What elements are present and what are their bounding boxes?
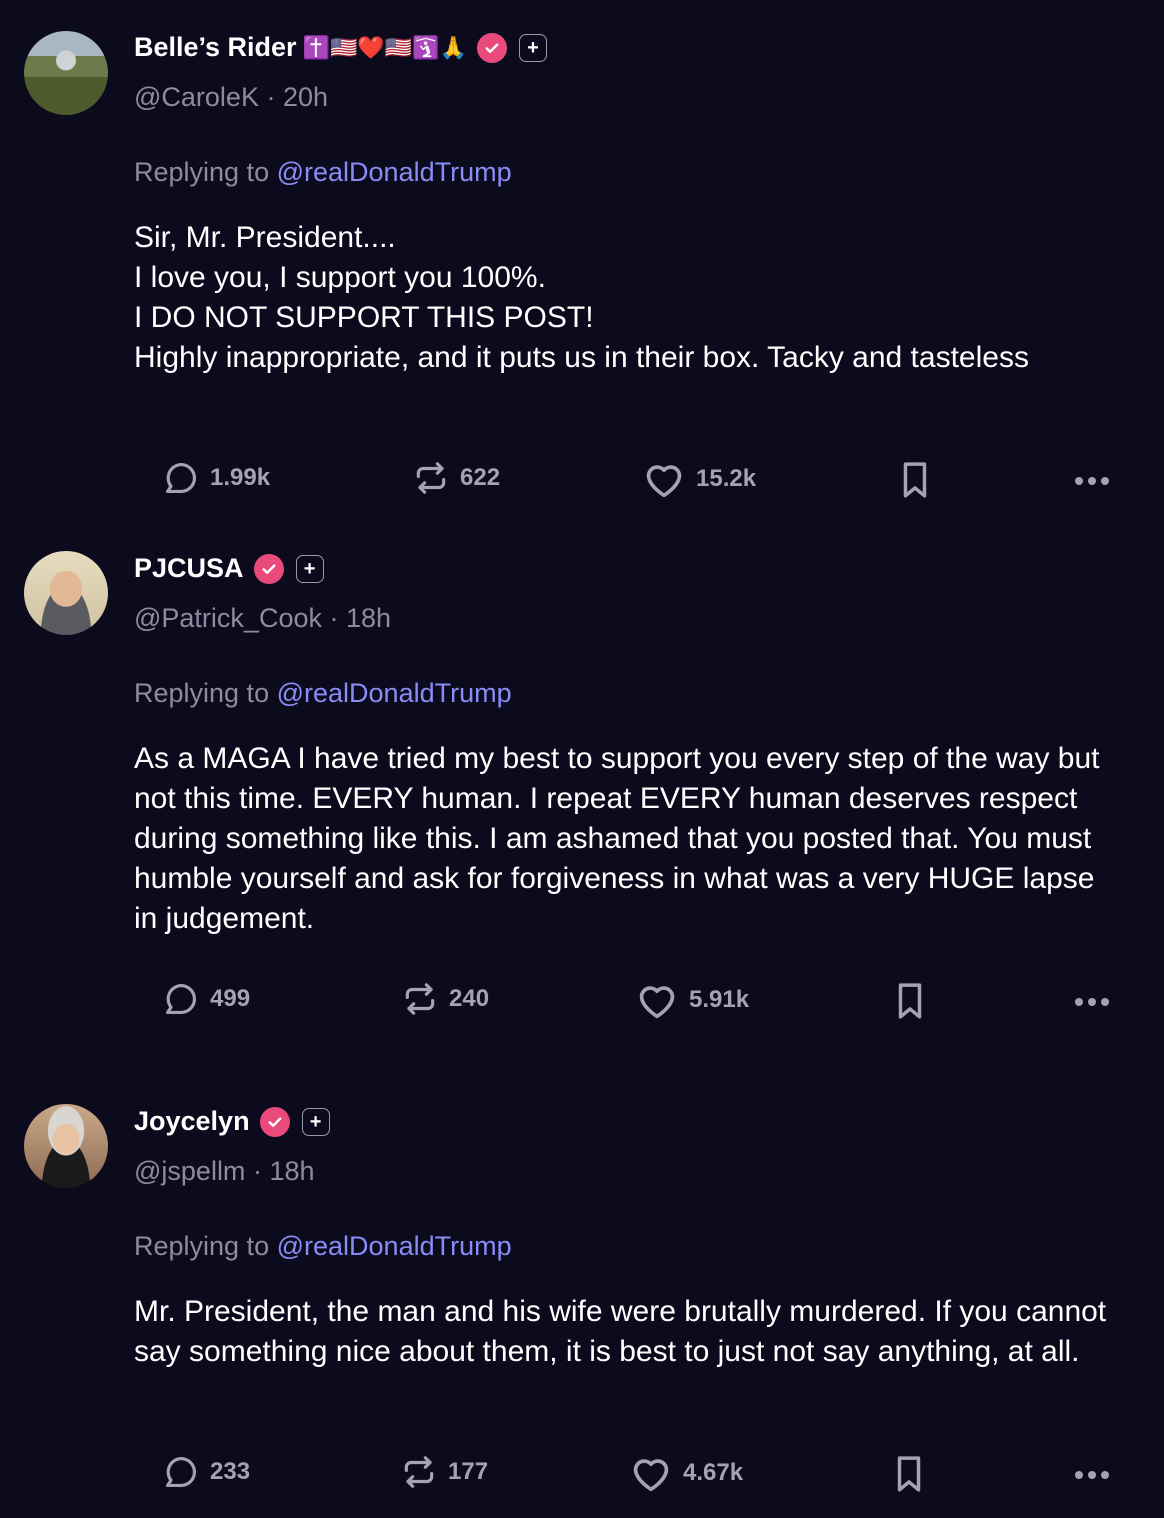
like-count: 15.2k	[696, 465, 757, 492]
like-button[interactable]: 15.2k	[642, 459, 756, 499]
bookmark-icon	[897, 1456, 921, 1492]
handle[interactable]: @CaroleK	[134, 82, 259, 112]
post-body: Sir, Mr. President.... I love you, I sup…	[134, 221, 1029, 374]
reply-icon	[165, 983, 197, 1015]
repost-icon	[404, 1456, 434, 1488]
timestamp: 18h	[269, 1156, 315, 1186]
bookmark-button[interactable]	[896, 459, 934, 501]
mention-link[interactable]: @realDonaldTrump	[277, 678, 512, 708]
bookmark-icon	[903, 462, 927, 498]
replying-label: Replying to	[134, 157, 270, 187]
handle-row: @Patrick_Cook · 18h	[134, 603, 391, 634]
heart-icon	[646, 465, 682, 498]
plus-badge-icon: +	[518, 33, 547, 62]
avatar[interactable]	[24, 551, 108, 635]
bookmark-button[interactable]	[890, 1453, 928, 1495]
reply-icon	[165, 462, 197, 494]
verified-badge-icon	[476, 32, 507, 63]
like-count: 5.91k	[689, 986, 750, 1013]
like-count: 4.67k	[683, 1459, 744, 1486]
handle-row: @jspellm · 18h	[134, 1156, 315, 1187]
replying-to: Replying to @realDonaldTrump	[134, 678, 512, 709]
reply-count: 1.99k	[210, 464, 271, 491]
action-bar: 1.99k 622 15.2k	[0, 459, 1164, 503]
reply-count: 233	[210, 1458, 251, 1485]
avatar[interactable]	[24, 1104, 108, 1188]
more-icon[interactable]	[1075, 477, 1109, 485]
bookmark-button[interactable]	[891, 980, 929, 1022]
name-row: Belle’s Rider ✝️🇺🇸❤️🇺🇸🛐🙏 +	[134, 32, 547, 63]
plus-badge-icon: +	[295, 554, 324, 583]
handle[interactable]: @jspellm	[134, 1156, 245, 1186]
name-emojis: ✝️🇺🇸❤️🇺🇸🛐🙏	[302, 34, 467, 60]
more-icon[interactable]	[1075, 998, 1109, 1006]
reply-icon	[165, 1456, 197, 1488]
mention-link[interactable]: @realDonaldTrump	[277, 157, 512, 187]
replying-label: Replying to	[134, 1231, 270, 1261]
action-bar: 499 240 5.91k	[0, 980, 1164, 1024]
separator: ·	[329, 603, 339, 633]
more-icon[interactable]	[1075, 1471, 1109, 1479]
post-body: As a MAGA I have tried my best to suppor…	[134, 742, 1100, 935]
separator: ·	[252, 1156, 262, 1186]
name-row: Joycelyn +	[134, 1106, 330, 1137]
verified-badge-icon	[259, 1106, 290, 1137]
post-body: Mr. President, the man and his wife were…	[134, 1295, 1107, 1368]
heart-icon	[633, 1459, 669, 1492]
replying-to: Replying to @realDonaldTrump	[134, 157, 512, 188]
action-bar: 233 177 4.67k	[0, 1453, 1164, 1497]
plus-badge-icon: +	[301, 1107, 330, 1136]
repost-count: 177	[448, 1458, 489, 1485]
reply-button[interactable]: 499	[162, 980, 250, 1018]
display-name[interactable]: Joycelyn	[134, 1106, 250, 1137]
handle-row: @CaroleK · 20h	[134, 82, 328, 113]
repost-count: 622	[460, 464, 501, 491]
display-name[interactable]: PJCUSA	[134, 553, 244, 584]
repost-button[interactable]: 622	[412, 459, 500, 497]
reply-count: 499	[210, 985, 251, 1012]
timestamp: 18h	[346, 603, 392, 633]
repost-button[interactable]: 240	[401, 980, 489, 1018]
bookmark-icon	[898, 983, 922, 1019]
repost-icon	[405, 983, 435, 1015]
display-name[interactable]: Belle’s Rider	[134, 32, 297, 63]
name-row: PJCUSA +	[134, 553, 324, 584]
separator: ·	[266, 82, 276, 112]
avatar[interactable]	[24, 31, 108, 115]
handle[interactable]: @Patrick_Cook	[134, 603, 322, 633]
replying-to: Replying to @realDonaldTrump	[134, 1231, 512, 1262]
repost-icon	[416, 462, 446, 494]
replying-label: Replying to	[134, 678, 270, 708]
like-button[interactable]: 5.91k	[635, 980, 749, 1020]
reply-button[interactable]: 233	[162, 1453, 250, 1491]
repost-count: 240	[449, 985, 490, 1012]
reply-button[interactable]: 1.99k	[162, 459, 270, 497]
timestamp: 20h	[283, 82, 329, 112]
mention-link[interactable]: @realDonaldTrump	[277, 1231, 512, 1261]
heart-icon	[639, 986, 675, 1019]
verified-badge-icon	[253, 553, 284, 584]
like-button[interactable]: 4.67k	[629, 1453, 743, 1493]
repost-button[interactable]: 177	[400, 1453, 488, 1491]
